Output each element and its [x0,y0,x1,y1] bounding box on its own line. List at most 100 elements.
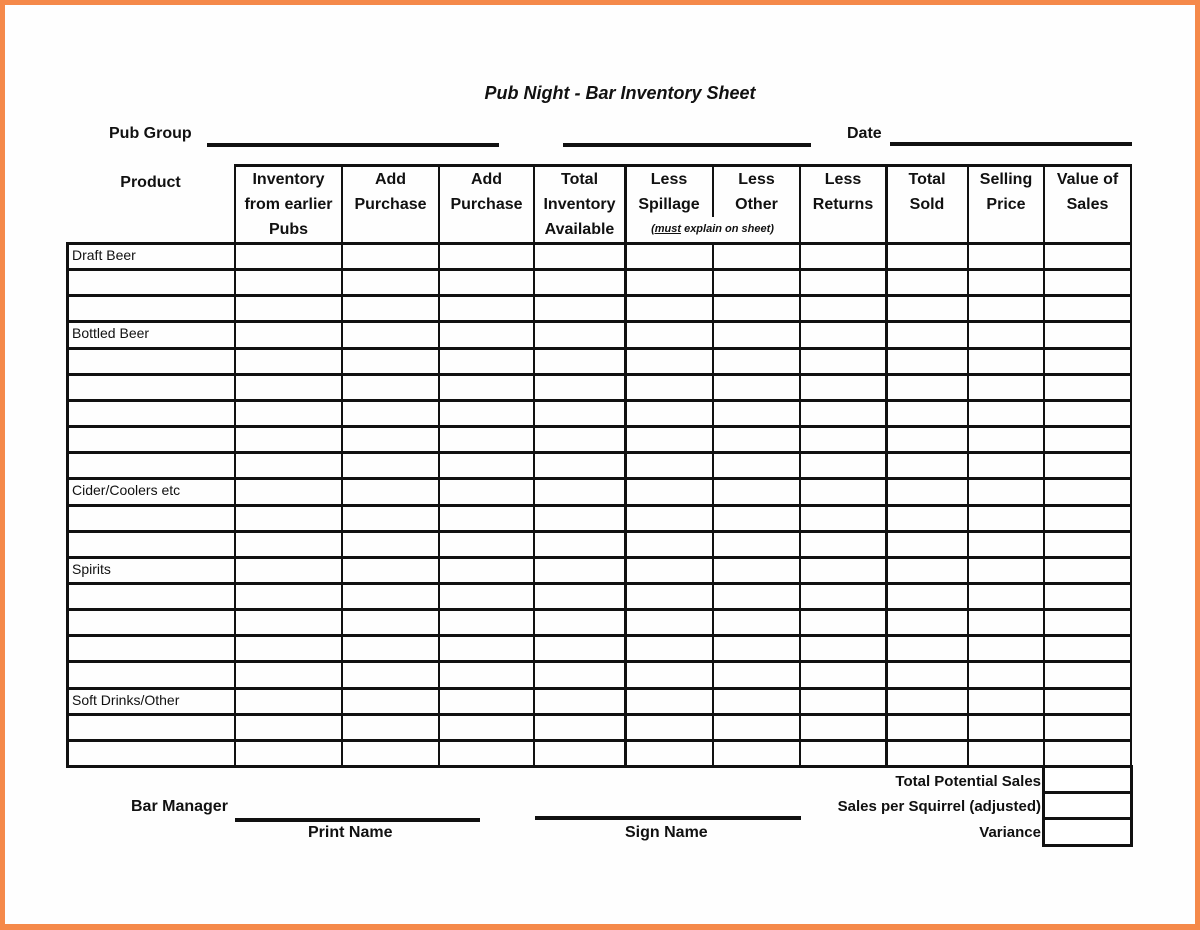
table-cell[interactable] [627,716,711,739]
table-cell[interactable] [802,323,884,346]
variance-box[interactable] [1042,817,1133,847]
table-cell[interactable] [627,323,711,346]
table-cell[interactable] [441,350,532,373]
table-cell[interactable] [1046,402,1129,425]
table-cell[interactable] [441,585,532,608]
table-cell[interactable] [237,376,340,399]
product-cell[interactable] [68,454,233,477]
table-cell[interactable] [627,402,711,425]
table-cell[interactable] [441,690,532,713]
table-cell[interactable] [237,663,340,686]
table-cell[interactable] [344,402,437,425]
table-cell[interactable] [237,454,340,477]
table-cell[interactable] [888,245,966,268]
product-cell[interactable] [68,716,233,739]
table-cell[interactable] [536,559,623,582]
table-cell[interactable] [441,663,532,686]
sign-name-field[interactable] [535,816,801,820]
table-cell[interactable] [441,271,532,294]
table-cell[interactable] [237,637,340,660]
table-cell[interactable] [536,663,623,686]
table-cell[interactable] [802,454,884,477]
table-cell[interactable] [344,297,437,320]
table-cell[interactable] [970,271,1042,294]
table-cell[interactable] [237,585,340,608]
total-potential-sales-box[interactable] [1042,765,1133,794]
table-cell[interactable] [715,428,798,451]
product-cell[interactable] [68,533,233,556]
table-cell[interactable] [715,559,798,582]
table-cell[interactable] [441,716,532,739]
table-cell[interactable] [237,742,340,765]
table-cell[interactable] [715,507,798,530]
table-cell[interactable] [1046,663,1129,686]
table-cell[interactable] [344,480,437,503]
table-cell[interactable] [1046,454,1129,477]
table-cell[interactable] [536,611,623,634]
table-cell[interactable] [888,350,966,373]
pub-group-field[interactable] [207,143,499,147]
product-cell[interactable] [68,507,233,530]
product-cell[interactable]: Cider/Coolers etc [68,480,233,503]
table-cell[interactable] [715,611,798,634]
table-cell[interactable] [970,690,1042,713]
table-cell[interactable] [536,716,623,739]
table-cell[interactable] [715,716,798,739]
table-cell[interactable] [237,690,340,713]
table-cell[interactable] [970,716,1042,739]
table-cell[interactable] [888,428,966,451]
table-cell[interactable] [970,637,1042,660]
table-cell[interactable] [237,428,340,451]
table-cell[interactable] [344,559,437,582]
table-cell[interactable] [344,350,437,373]
table-cell[interactable] [802,533,884,556]
table-cell[interactable] [627,559,711,582]
table-cell[interactable] [627,663,711,686]
table-cell[interactable] [802,350,884,373]
table-cell[interactable] [802,297,884,320]
table-cell[interactable] [344,533,437,556]
table-cell[interactable] [1046,271,1129,294]
table-cell[interactable] [1046,611,1129,634]
product-cell[interactable]: Spirits [68,559,233,582]
table-cell[interactable] [1046,559,1129,582]
table-cell[interactable] [1046,376,1129,399]
table-cell[interactable] [888,663,966,686]
table-cell[interactable] [970,585,1042,608]
table-cell[interactable] [536,480,623,503]
table-cell[interactable] [888,507,966,530]
table-cell[interactable] [536,402,623,425]
table-cell[interactable] [344,323,437,346]
table-cell[interactable] [1046,585,1129,608]
product-cell[interactable] [68,350,233,373]
table-cell[interactable] [888,742,966,765]
table-cell[interactable] [344,663,437,686]
table-cell[interactable] [1046,428,1129,451]
table-cell[interactable] [536,533,623,556]
table-cell[interactable] [1046,533,1129,556]
product-cell[interactable] [68,271,233,294]
table-cell[interactable] [344,637,437,660]
table-cell[interactable] [536,507,623,530]
table-cell[interactable] [1046,716,1129,739]
table-cell[interactable] [536,690,623,713]
table-cell[interactable] [627,637,711,660]
table-cell[interactable] [627,533,711,556]
table-cell[interactable] [715,480,798,503]
table-cell[interactable] [970,480,1042,503]
table-cell[interactable] [627,271,711,294]
table-cell[interactable] [1046,323,1129,346]
table-cell[interactable] [441,454,532,477]
table-cell[interactable] [715,402,798,425]
product-cell[interactable]: Soft Drinks/Other [68,690,233,713]
table-cell[interactable] [802,637,884,660]
table-cell[interactable] [888,454,966,477]
table-cell[interactable] [715,376,798,399]
table-cell[interactable] [715,533,798,556]
table-cell[interactable] [237,402,340,425]
table-cell[interactable] [802,402,884,425]
table-cell[interactable] [441,507,532,530]
table-cell[interactable] [1046,350,1129,373]
product-cell[interactable] [68,376,233,399]
product-cell[interactable] [68,637,233,660]
